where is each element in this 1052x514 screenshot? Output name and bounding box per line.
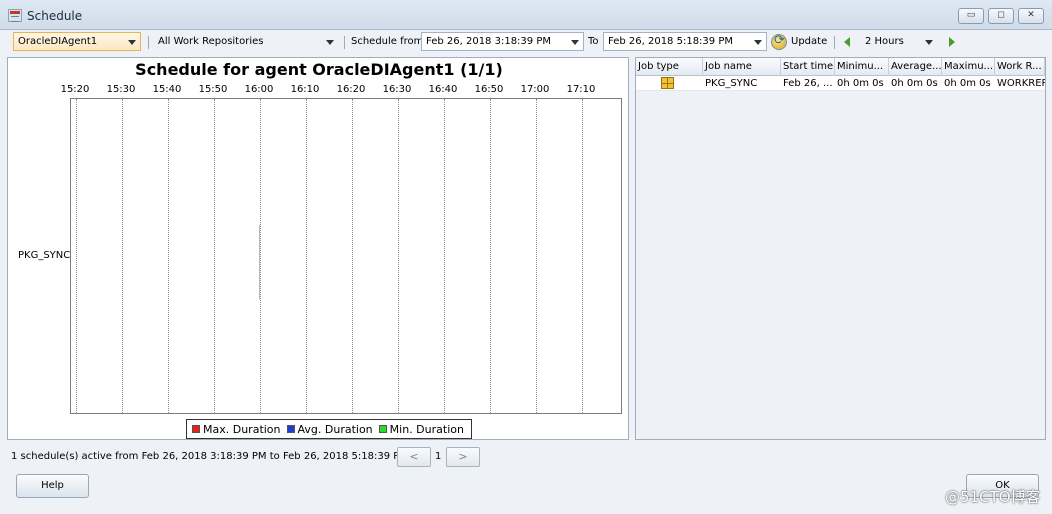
time-gridline: [122, 99, 123, 413]
legend-swatch-avg: [286, 425, 295, 433]
time-tick-label: 17:00: [520, 84, 550, 95]
toolbar-separator: [148, 36, 149, 49]
time-gridline: [398, 99, 399, 413]
time-tick-label: 16:40: [428, 84, 458, 95]
time-tick-label: 15:20: [60, 84, 90, 95]
time-gridline: [582, 99, 583, 413]
previous-page-button[interactable]: <: [397, 447, 431, 467]
schedule-from-value: Feb 26, 2018 3:18:39 PM: [426, 36, 551, 47]
help-button[interactable]: Help: [16, 474, 89, 498]
chart-title: Schedule for agent OracleDIAgent1 (1/1): [135, 60, 503, 79]
previous-interval-icon[interactable]: [844, 37, 850, 47]
time-gridline: [306, 99, 307, 413]
schedule-chart: Schedule for agent OracleDIAgent1 (1/1) …: [7, 57, 629, 440]
toolbar: OracleDIAgent1 All Work Repositories Sch…: [0, 30, 1052, 55]
cell-average: 0h 0m 0s: [891, 78, 938, 89]
close-button[interactable]: ✕: [1018, 8, 1044, 24]
time-tick-label: 16:10: [290, 84, 320, 95]
schedule-table: Job type Job name Start time Minimu... A…: [635, 57, 1046, 440]
repository-select-value: All Work Repositories: [158, 36, 264, 47]
window-title: Schedule: [27, 9, 83, 23]
plot-area: [70, 98, 622, 414]
watermark: @51CTO博客: [945, 488, 1041, 506]
column-header-job-name[interactable]: Job name: [703, 58, 781, 76]
package-icon: [661, 77, 674, 89]
cell-start-time: Feb 26, ...: [783, 78, 833, 89]
time-tick-label: 16:00: [244, 84, 274, 95]
time-tick-label: 15:50: [198, 84, 228, 95]
column-header-maximum[interactable]: Maximu...: [942, 58, 995, 76]
legend-label-max: Max. Duration: [203, 422, 281, 436]
schedule-from-field[interactable]: Feb 26, 2018 3:18:39 PM: [421, 32, 584, 51]
column-header-minimum[interactable]: Minimu...: [835, 58, 889, 76]
chart-legend: Max. Duration Avg. Duration Min. Duratio…: [186, 419, 472, 439]
time-tick-label: 17:10: [566, 84, 596, 95]
refresh-icon[interactable]: [771, 33, 787, 50]
schedule-from-label: Schedule from: [351, 36, 424, 47]
chevron-down-icon: [326, 40, 334, 45]
legend-swatch-max: [192, 425, 200, 433]
next-interval-icon[interactable]: [949, 37, 955, 47]
time-gridline: [536, 99, 537, 413]
interval-select-value: 2 Hours: [865, 36, 904, 47]
time-gridline: [260, 99, 261, 413]
row-label: PKG_SYNC: [18, 250, 71, 261]
legend-swatch-min: [378, 425, 387, 433]
time-gridline: [352, 99, 353, 413]
time-tick-label: 16:20: [336, 84, 366, 95]
cell-maximum: 0h 0m 0s: [944, 78, 991, 89]
chevron-down-icon: [571, 40, 579, 45]
legend-label-avg: Avg. Duration: [297, 422, 373, 436]
page-number: 1: [435, 451, 442, 462]
time-tick-label: 15:30: [106, 84, 136, 95]
agent-select-value: OracleDIAgent1: [18, 36, 98, 47]
chevron-down-icon: [128, 40, 136, 45]
column-header-work-repository[interactable]: Work R...: [995, 58, 1045, 76]
schedule-to-field[interactable]: Feb 26, 2018 5:18:39 PM: [603, 32, 767, 51]
time-gridline: [490, 99, 491, 413]
toolbar-separator: [834, 36, 835, 49]
legend-label-min: Min. Duration: [389, 422, 464, 436]
schedule-app-icon: [8, 9, 22, 22]
time-gridline: [214, 99, 215, 413]
table-header: Job type Job name Start time Minimu... A…: [636, 58, 1045, 76]
toolbar-separator: [344, 36, 345, 49]
title-bar: Schedule ▭ ◻ ✕: [0, 0, 1052, 30]
chevron-down-icon: [925, 40, 933, 45]
time-gridline: [444, 99, 445, 413]
time-gridline: [168, 99, 169, 413]
agent-select[interactable]: OracleDIAgent1: [13, 32, 141, 51]
column-header-average[interactable]: Average...: [889, 58, 942, 76]
column-header-start-time[interactable]: Start time: [781, 58, 835, 76]
cell-minimum: 0h 0m 0s: [837, 78, 884, 89]
time-tick-label: 16:50: [474, 84, 504, 95]
repository-select[interactable]: All Work Repositories: [153, 32, 339, 51]
time-tick-label: 16:30: [382, 84, 412, 95]
next-page-button[interactable]: >: [446, 447, 480, 467]
chevron-down-icon: [754, 40, 762, 45]
cell-work-repository: WORKREP: [997, 78, 1045, 89]
schedule-to-value: Feb 26, 2018 5:18:39 PM: [608, 36, 733, 47]
table-row[interactable]: PKG_SYNC Feb 26, ... 0h 0m 0s 0h 0m 0s 0…: [636, 76, 1045, 91]
minimize-button[interactable]: ▭: [958, 8, 984, 24]
cell-job-name: PKG_SYNC: [705, 78, 758, 89]
column-header-job-type[interactable]: Job type: [636, 58, 703, 76]
maximize-button[interactable]: ◻: [988, 8, 1014, 24]
status-text: 1 schedule(s) active from Feb 26, 2018 3…: [11, 451, 408, 462]
time-gridline: [76, 99, 77, 413]
to-label: To: [588, 36, 599, 47]
time-tick-label: 15:40: [152, 84, 182, 95]
interval-select[interactable]: 2 Hours: [858, 32, 938, 51]
update-button[interactable]: Update: [791, 36, 827, 47]
time-axis: 15:20 15:30 15:40 15:50 16:00 16:10 16:20 16:30…: [8, 82, 630, 98]
